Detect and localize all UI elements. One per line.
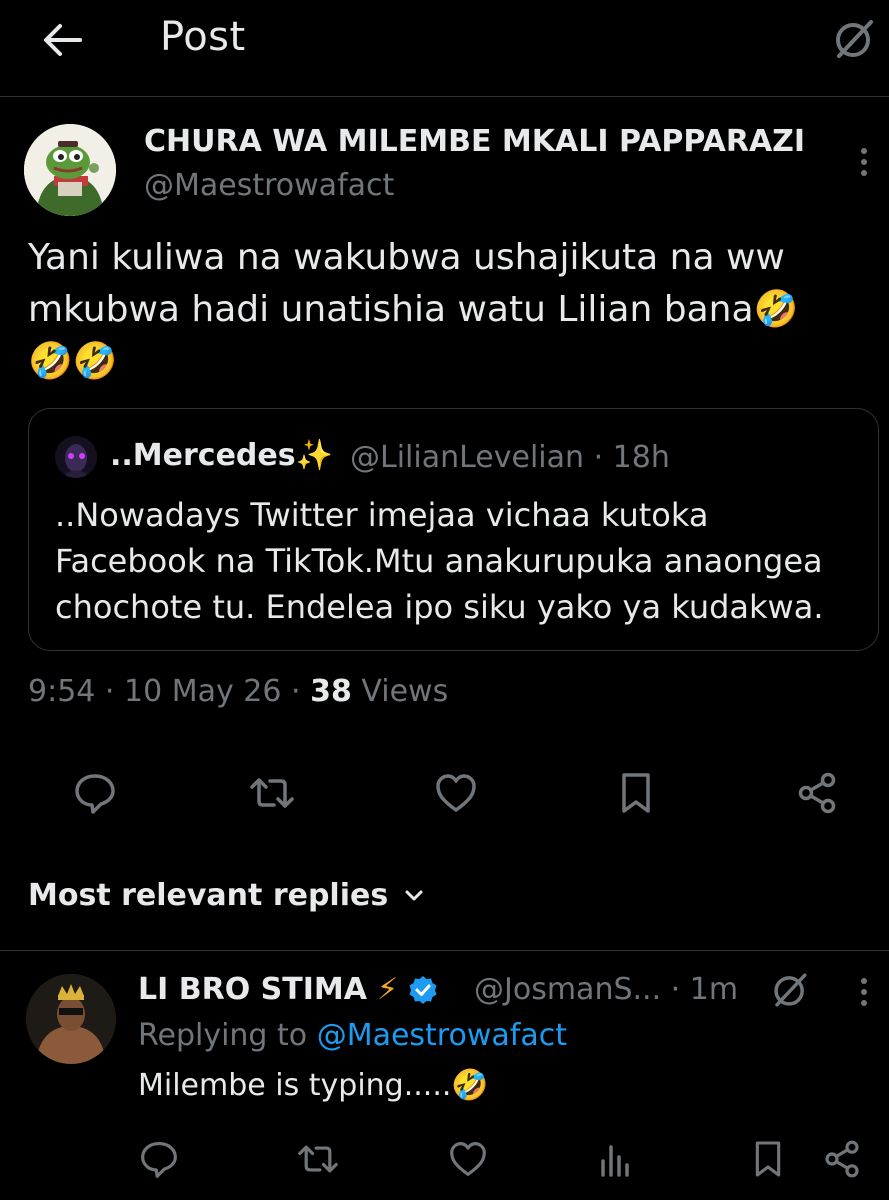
replying-to-label: Replying to xyxy=(138,1018,308,1053)
reply-share-button[interactable] xyxy=(817,1134,867,1184)
reply-button[interactable] xyxy=(70,768,120,818)
bookmark-button[interactable] xyxy=(611,768,661,818)
reply-time: · 1m xyxy=(670,972,739,1007)
reply-like-button[interactable] xyxy=(443,1134,493,1184)
chevron-down-icon xyxy=(404,889,424,903)
views-label[interactable]: Views xyxy=(361,674,448,709)
reply-text: Milembe is typing.....🤣 xyxy=(138,1068,489,1103)
reply-author-avatar[interactable] xyxy=(26,974,116,1064)
replies-divider xyxy=(0,950,889,951)
grok-button[interactable] xyxy=(829,14,879,64)
author-name[interactable]: CHURA WA MILEMBE MKALI PAPPARAZI xyxy=(144,124,805,159)
views-icon xyxy=(597,1139,633,1179)
like-button[interactable] xyxy=(431,768,481,818)
reply-views-button[interactable] xyxy=(590,1134,640,1184)
quote-time: · 18h xyxy=(593,440,670,475)
like-icon xyxy=(448,1140,488,1178)
quote-author-name: ..Mercedes✨ xyxy=(110,438,333,473)
author-avatar[interactable] xyxy=(24,124,116,216)
views-count[interactable]: 38 xyxy=(310,674,352,709)
reply-author-meta: @JosmanS... · 1m xyxy=(474,972,738,1007)
share-icon xyxy=(822,1139,862,1179)
quote-author-meta: @LilianLevelian · 18h xyxy=(350,440,670,475)
quote-text: ..Nowadays Twitter imejaa vichaa kutoka … xyxy=(55,492,865,630)
reply-grok-button[interactable] xyxy=(770,970,812,1012)
share-button[interactable] xyxy=(792,768,842,818)
reply-more-options-button[interactable] xyxy=(852,974,876,1010)
reply-name-emoji: ⚡ xyxy=(376,972,399,1007)
post-meta: 9:54 · 10 May 26 · 38 Views xyxy=(28,674,448,709)
more-vertical-icon xyxy=(852,144,876,180)
like-icon xyxy=(434,772,478,814)
post-text-line: Yani kuliwa na wakubwa ushajikuta na ww xyxy=(28,237,785,278)
verified-badge-icon xyxy=(408,975,438,1005)
meta-separator: · xyxy=(291,674,311,709)
grok-icon xyxy=(770,970,812,1010)
reply-author-name: LI BRO STIMA xyxy=(138,972,367,1007)
page-title: Post xyxy=(160,14,246,60)
replies-sort-label: Most relevant replies xyxy=(28,878,389,913)
author-handle[interactable]: @Maestrowafact xyxy=(144,168,394,203)
replying-to-mention[interactable]: @Maestrowafact xyxy=(317,1018,567,1053)
reply-bookmark-button[interactable] xyxy=(743,1134,793,1184)
replying-to: Replying to @Maestrowafact xyxy=(138,1018,567,1053)
replies-sort-dropdown[interactable]: Most relevant replies xyxy=(28,878,424,913)
header-divider xyxy=(0,96,889,97)
quote-author-handle: @LilianLevelian xyxy=(350,440,585,475)
more-options-button[interactable] xyxy=(852,144,876,180)
post-date: 10 May 26 xyxy=(124,674,282,709)
quote-text-line: Facebook na TikTok.Mtu anakurupuka anaon… xyxy=(55,542,823,580)
more-vertical-icon xyxy=(852,974,876,1010)
reply-icon xyxy=(139,1139,179,1179)
back-button[interactable] xyxy=(38,20,86,60)
reply-retweet-button[interactable] xyxy=(293,1134,343,1184)
share-icon xyxy=(795,771,839,815)
quote-text-line: chochote tu. Endelea ipo siku yako ya ku… xyxy=(55,588,824,626)
reply-icon xyxy=(73,771,117,815)
post-text-line: mkubwa hadi unatishia watu Lilian bana🤣 xyxy=(28,289,799,330)
bookmark-icon xyxy=(618,771,654,815)
retweet-icon xyxy=(248,771,296,815)
meta-separator: · xyxy=(104,674,124,709)
grok-icon xyxy=(831,16,877,62)
retweet-button[interactable] xyxy=(247,768,297,818)
quote-text-line: ..Nowadays Twitter imejaa vichaa kutoka xyxy=(55,496,709,534)
retweet-icon xyxy=(296,1139,340,1179)
post-text: Yani kuliwa na wakubwa ushajikuta na ww … xyxy=(28,232,868,388)
reply-author-name-row[interactable]: LI BRO STIMA ⚡ xyxy=(138,972,438,1007)
bookmark-icon xyxy=(752,1139,784,1179)
quote-author-avatar xyxy=(55,436,97,478)
reply-author-handle: @JosmanS... xyxy=(474,972,662,1007)
reply-reply-button[interactable] xyxy=(134,1134,184,1184)
back-arrow-icon xyxy=(42,23,82,57)
post-text-line: 🤣🤣 xyxy=(28,341,118,382)
post-time: 9:54 xyxy=(28,674,96,709)
